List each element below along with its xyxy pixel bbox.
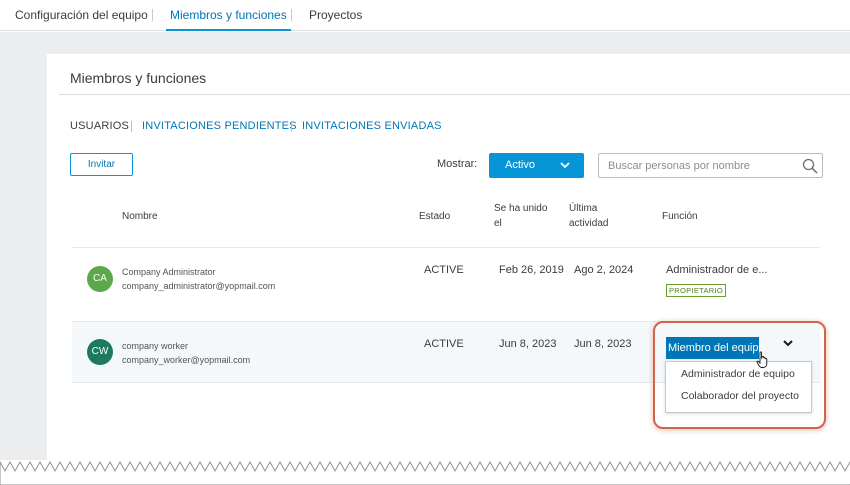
search-placeholder: Buscar personas por nombre — [608, 160, 750, 172]
avatar: CA — [87, 266, 113, 292]
column-header-name[interactable]: Nombre — [122, 209, 158, 224]
user-name: Company Administrator — [122, 267, 216, 277]
column-header-status[interactable]: Estado — [419, 209, 450, 224]
hand-cursor-icon — [756, 351, 768, 368]
subtab-users[interactable]: USUARIOS — [70, 120, 129, 132]
search-icon[interactable] — [802, 158, 818, 174]
page-title: Miembros y funciones — [70, 70, 207, 86]
owner-badge: PROPIETARIO — [666, 284, 727, 297]
members-panel: Miembros y funciones USUARIOS INVITACION… — [47, 54, 850, 462]
column-header-joined-line2: el — [494, 218, 502, 229]
column-header-activity-line1: Última — [569, 203, 598, 214]
subtab-pending-invitations[interactable]: INVITACIONES PENDIENTES — [142, 120, 297, 132]
column-header-role[interactable]: Función — [662, 209, 698, 224]
status-filter-select[interactable]: Activo — [489, 153, 584, 178]
torn-edge — [0, 460, 850, 485]
column-header-joined-line1: Se ha unido — [494, 203, 548, 214]
search-input[interactable]: Buscar personas por nombre — [598, 153, 823, 178]
user-email: company_worker@yopmail.com — [122, 355, 251, 365]
joined-date: Jun 8, 2023 — [499, 338, 557, 350]
title-divider — [59, 94, 850, 95]
tab-projects[interactable]: Proyectos — [309, 0, 362, 31]
top-navigation: Configuración del equipo Miembros y func… — [0, 0, 850, 31]
column-header-last-activity[interactable]: Última actividad — [569, 201, 608, 231]
subtab-sent-invitations[interactable]: INVITACIONES ENVIADAS — [302, 120, 442, 132]
tab-separator — [291, 9, 292, 21]
column-header-joined[interactable]: Se ha unido el — [494, 201, 547, 231]
tab-team-settings[interactable]: Configuración del equipo — [15, 0, 148, 31]
last-activity-date: Ago 2, 2024 — [574, 264, 634, 276]
highlight-annotation — [653, 321, 826, 429]
user-status: ACTIVE — [424, 264, 464, 276]
show-filter-label: Mostrar: — [437, 158, 478, 170]
status-filter-value: Activo — [505, 159, 535, 171]
subtab-separator — [131, 121, 132, 132]
last-activity-date: Jun 8, 2023 — [574, 338, 632, 350]
column-header-activity-line2: actividad — [569, 218, 609, 229]
user-name: company worker — [122, 341, 189, 351]
tab-separator — [152, 9, 153, 21]
user-status: ACTIVE — [424, 338, 464, 350]
user-role: Administrador de e... — [666, 264, 768, 276]
subtab-separator — [291, 121, 292, 132]
joined-date: Feb 26, 2019 — [499, 264, 564, 276]
chevron-down-icon — [560, 162, 570, 169]
row-divider — [72, 247, 820, 248]
tab-members-roles[interactable]: Miembros y funciones — [166, 0, 291, 31]
user-email: company_administrator@yopmail.com — [122, 281, 276, 291]
invite-button[interactable]: Invitar — [70, 153, 133, 176]
avatar: CW — [87, 339, 113, 365]
